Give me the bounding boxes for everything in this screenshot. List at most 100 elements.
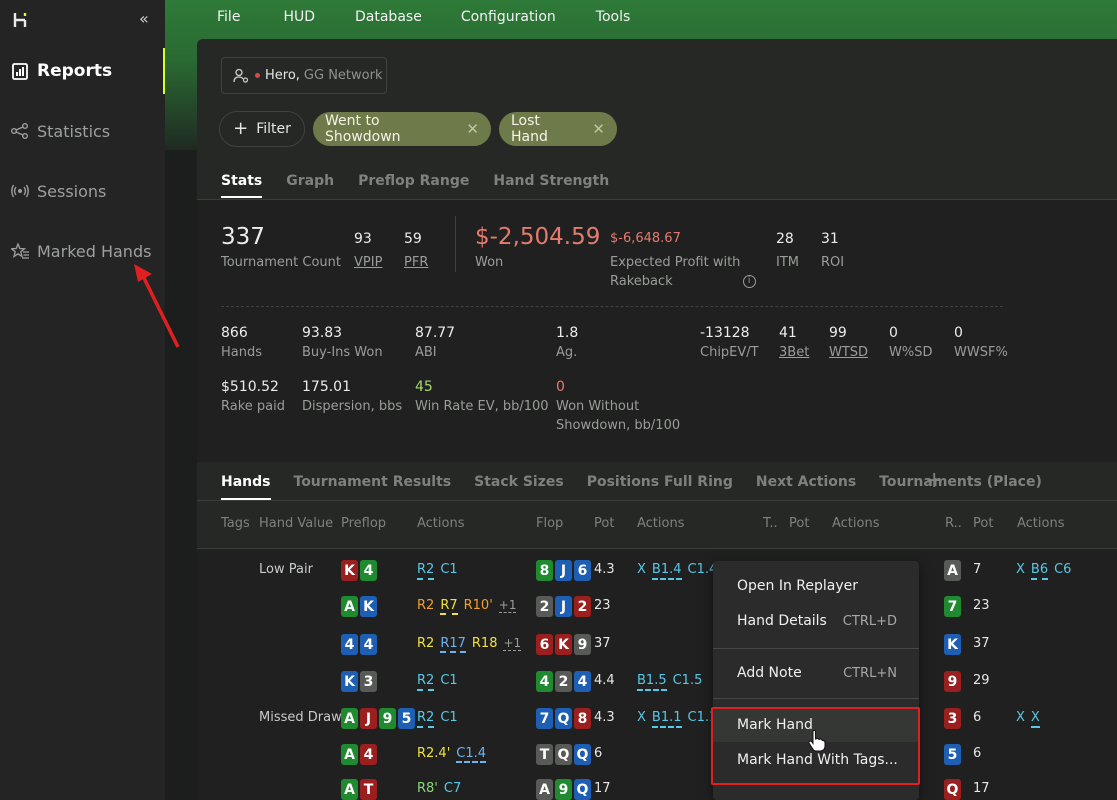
action-token[interactable]: C1	[440, 710, 457, 725]
tab-hands[interactable]: Hands	[221, 474, 271, 500]
divider	[197, 500, 1117, 501]
player-selector[interactable]: Hero, GG Network	[221, 57, 387, 94]
column-header-tags[interactable]: Tags	[221, 516, 250, 531]
column-header-turn[interactable]: T..	[763, 516, 778, 531]
stat-tournament-count: 337	[221, 224, 265, 250]
action-token[interactable]: +1	[498, 598, 517, 613]
column-header-flop[interactable]: Flop	[536, 516, 563, 531]
sidebar-item-sessions[interactable]: Sessions	[0, 172, 165, 210]
tab-graph[interactable]: Graph	[286, 173, 334, 198]
action-token[interactable]: C1	[440, 673, 457, 688]
menu-configuration[interactable]: Configuration	[461, 9, 556, 25]
action-token[interactable]: R2	[417, 598, 434, 613]
divider	[197, 548, 1117, 549]
action-token[interactable]: R2	[417, 710, 435, 728]
column-header-turn-pot[interactable]: Pot	[789, 516, 809, 531]
playing-card: 4	[360, 744, 377, 765]
playing-card: 4	[574, 671, 591, 692]
column-header-river-pot[interactable]: Pot	[973, 516, 993, 531]
action-token[interactable]: X	[1030, 710, 1040, 728]
tab-stack-sizes[interactable]: Stack Sizes	[474, 474, 564, 500]
tab-positions-full-ring[interactable]: Positions Full Ring	[587, 474, 733, 500]
action-sequence: X B1.4 C1.4	[637, 562, 723, 580]
tab-hand-strength[interactable]: Hand Strength	[493, 173, 609, 198]
column-header-preflop[interactable]: Preflop	[341, 516, 386, 531]
column-header-pot[interactable]: Pot	[594, 516, 614, 531]
action-token[interactable]: X	[637, 710, 646, 725]
stat-label-wtsd[interactable]: WTSD	[829, 343, 868, 362]
menu-tools[interactable]: Tools	[596, 9, 631, 25]
filter-chip-went-to-showdown[interactable]: Went to Showdown ✕	[313, 112, 491, 146]
network-name: GG Network	[303, 68, 383, 83]
stat-label-pfr[interactable]: PFR	[404, 253, 428, 272]
tab-preflop-range[interactable]: Preflop Range	[358, 173, 469, 198]
action-token[interactable]: X	[1016, 710, 1025, 725]
playing-card: 6	[536, 634, 553, 655]
tab-tournaments-place[interactable]: Tournaments (Place)	[879, 474, 1042, 500]
action-token[interactable]: R8'	[417, 781, 438, 796]
column-header-hand-value[interactable]: Hand Value	[259, 516, 333, 531]
playing-card: K	[360, 596, 377, 617]
column-header-river-actions[interactable]: Actions	[1017, 516, 1065, 531]
menu-bar: File HUD Database Configuration Tools	[165, 0, 1117, 34]
playing-card: Q	[555, 744, 572, 765]
sidebar: « Reports Statistics Sessions Marked Han…	[0, 0, 165, 800]
close-icon[interactable]: ✕	[592, 120, 605, 138]
action-token[interactable]: R2.4'	[417, 746, 450, 761]
action-token[interactable]: C1	[440, 562, 457, 577]
menu-item-add-note[interactable]: Add Note CTRL+N	[713, 656, 919, 690]
action-token[interactable]: R7	[440, 598, 458, 615]
pot-value: 23	[973, 598, 990, 613]
stat-label: Hands	[221, 345, 263, 360]
menu-file[interactable]: File	[217, 9, 240, 25]
action-token[interactable]: R18	[472, 636, 498, 651]
action-token[interactable]: C7	[444, 781, 461, 796]
menu-database[interactable]: Database	[355, 9, 422, 25]
stat-label: Ag.	[556, 345, 578, 360]
add-filter-button[interactable]: + Filter	[219, 111, 305, 147]
action-token[interactable]: R10'	[464, 598, 493, 613]
info-icon[interactable]: i	[742, 275, 756, 288]
menu-hud[interactable]: HUD	[283, 9, 315, 25]
collapse-sidebar-button[interactable]: «	[139, 9, 149, 28]
tab-stats[interactable]: Stats	[221, 173, 263, 198]
action-token[interactable]: B6	[1030, 562, 1049, 580]
action-token[interactable]: R2	[417, 562, 435, 580]
action-token[interactable]: X	[1016, 562, 1025, 577]
playing-card: 7	[536, 708, 553, 729]
action-token[interactable]: C1.5	[673, 673, 703, 688]
column-header-flop-actions[interactable]: Actions	[637, 516, 685, 531]
playing-card: T	[536, 744, 553, 765]
tab-tournament-results[interactable]: Tournament Results	[294, 474, 452, 500]
sidebar-item-statistics[interactable]: Statistics	[0, 112, 165, 150]
action-token[interactable]: R2	[417, 636, 434, 651]
stat-label: Buy-Ins Won	[302, 345, 383, 360]
tab-next-actions[interactable]: Next Actions	[756, 474, 856, 500]
action-token[interactable]: +1	[503, 636, 522, 651]
menu-item-hand-details[interactable]: Hand Details CTRL+D	[713, 604, 919, 638]
stat-label-3bet[interactable]: 3Bet	[779, 343, 809, 362]
status-dot	[255, 73, 260, 78]
action-token[interactable]: C6	[1054, 562, 1071, 577]
pot-value: 17	[594, 781, 611, 796]
action-token[interactable]: B1.5	[637, 673, 667, 691]
plus-icon: +	[233, 117, 249, 139]
playing-card: 9	[944, 671, 961, 692]
column-header-turn-actions[interactable]: Actions	[832, 516, 880, 531]
menu-item-open-in-replayer[interactable]: Open In Replayer	[713, 569, 919, 603]
stat-label-vpip[interactable]: VPIP	[354, 253, 382, 272]
action-token[interactable]: R17	[440, 636, 466, 653]
stat-label: ROI	[821, 255, 845, 270]
column-header-actions[interactable]: Actions	[417, 516, 465, 531]
add-tab-button[interactable]: +	[925, 468, 943, 493]
column-header-river[interactable]: R..	[945, 516, 962, 531]
action-token[interactable]: X	[637, 562, 646, 577]
action-token[interactable]: B1.1	[651, 710, 682, 728]
action-token[interactable]: R2	[417, 673, 435, 691]
sidebar-item-reports[interactable]: Reports	[0, 48, 165, 94]
action-token[interactable]: B1.4	[651, 562, 682, 580]
pot-value: 17	[973, 781, 990, 796]
action-token[interactable]: C1.4	[456, 746, 487, 763]
filter-chip-lost-hand[interactable]: Lost Hand ✕	[499, 112, 617, 146]
close-icon[interactable]: ✕	[466, 120, 479, 138]
